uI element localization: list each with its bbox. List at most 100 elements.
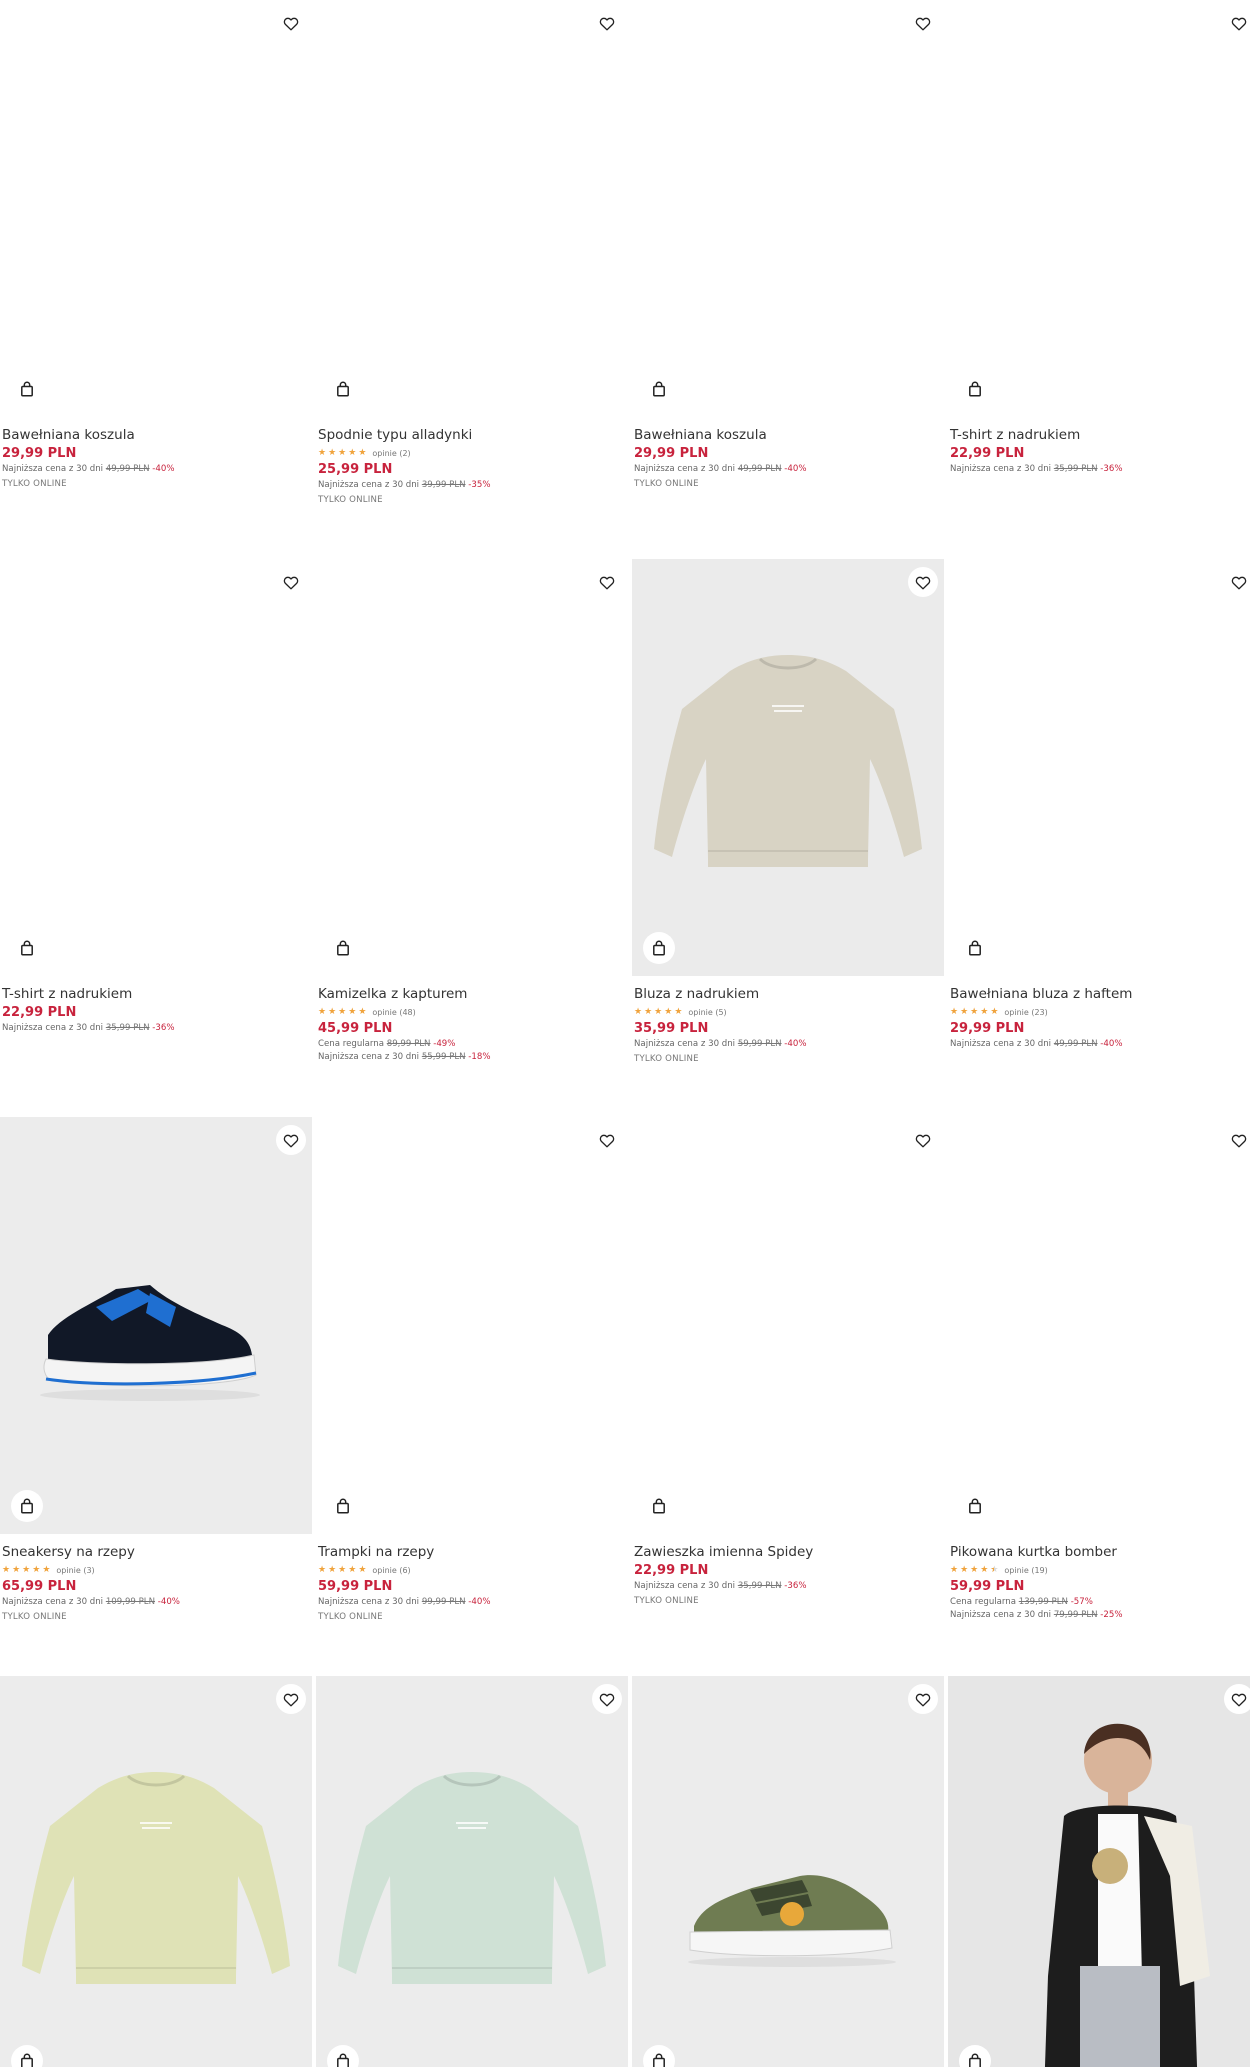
heart-outline-icon[interactable] xyxy=(592,8,622,38)
heart-outline-icon[interactable] xyxy=(1224,8,1250,38)
product-card[interactable]: T-shirt z nadrukiem 22,99 PLN Najniższa ce… xyxy=(0,559,312,1099)
shopping-bag-icon[interactable] xyxy=(327,932,359,964)
review-count[interactable]: opinie (3) xyxy=(56,1566,94,1575)
heart-outline-icon[interactable] xyxy=(908,1684,938,1714)
shopping-bag-icon[interactable] xyxy=(959,932,991,964)
heart-outline-icon[interactable] xyxy=(908,8,938,38)
product-name[interactable]: Bawełniana bluza z haftem xyxy=(950,985,1250,1003)
heart-outline-icon[interactable] xyxy=(592,1125,622,1155)
product-image[interactable] xyxy=(632,1117,944,1534)
product-name[interactable]: T-shirt z nadrukiem xyxy=(950,426,1250,444)
product-rating[interactable]: ★ ★ ★ ★ ★ opinie (48) xyxy=(318,1005,624,1019)
product-card[interactable]: Bawełniana koszula 29,99 PLN Najniższa cen… xyxy=(632,0,944,540)
star-icon: ★ xyxy=(338,1007,347,1017)
product-image[interactable] xyxy=(316,0,628,417)
shopping-bag-icon[interactable] xyxy=(11,1490,43,1522)
review-count[interactable]: opinie (2) xyxy=(372,449,410,458)
product-card[interactable] xyxy=(316,1676,628,2067)
product-image[interactable] xyxy=(316,559,628,976)
heart-outline-icon[interactable] xyxy=(276,1684,306,1714)
product-name[interactable]: Trampki na rzepy xyxy=(318,1543,624,1561)
price-history-label: Cena regularna xyxy=(950,1597,1019,1607)
product-card[interactable]: Kamizelka z kapturem ★ ★ ★ ★ ★ opinie (48) 45,9… xyxy=(316,559,628,1099)
heart-outline-icon[interactable] xyxy=(1224,567,1250,597)
heart-outline-icon[interactable] xyxy=(276,8,306,38)
product-card[interactable]: Pikowana kurtka bomber★★★★★opinie (19)59… xyxy=(948,1117,1250,1657)
product-card[interactable]: Bawełniana bluza z haftem ★ ★ ★ ★ ★ opinie (23… xyxy=(948,559,1250,1099)
product-price: 65,99 PLN xyxy=(2,1579,77,1594)
heart-outline-icon[interactable] xyxy=(908,567,938,597)
product-image[interactable] xyxy=(0,1117,312,1534)
product-name[interactable]: Bluza z nadrukiem xyxy=(634,985,940,1003)
product-rating[interactable]: ★ ★ ★ ★ ★ opinie (5) xyxy=(634,1005,940,1019)
product-rating[interactable]: ★ ★ ★ ★ ★ opinie (6) xyxy=(318,1563,624,1577)
star-icon: ★ xyxy=(990,1007,999,1017)
product-image[interactable] xyxy=(316,1676,628,2067)
product-name[interactable]: Bawełniana koszula xyxy=(634,426,940,444)
heart-outline-icon[interactable] xyxy=(276,1125,306,1155)
product-name[interactable]: T-shirt z nadrukiem xyxy=(2,985,308,1003)
star-icon: ★ xyxy=(654,1007,663,1017)
product-card[interactable] xyxy=(948,1676,1250,2067)
product-image[interactable] xyxy=(948,1117,1250,1534)
product-rating[interactable]: ★ ★ ★ ★ ★ opinie (3) xyxy=(2,1563,308,1577)
star-icon: ★ xyxy=(960,1007,969,1017)
shopping-bag-icon[interactable] xyxy=(959,1490,991,1522)
shopping-bag-icon[interactable] xyxy=(327,373,359,405)
product-name[interactable]: Zawieszka imienna Spidey xyxy=(634,1543,940,1561)
product-card[interactable]: Bawełniana koszula 29,99 PLN Najniższa cen… xyxy=(0,0,312,540)
heart-outline-icon[interactable] xyxy=(1224,1125,1250,1155)
old-price: 59,99 PLN xyxy=(737,1039,782,1049)
heart-outline-icon[interactable] xyxy=(1224,1684,1250,1714)
product-image[interactable] xyxy=(948,1676,1250,2067)
product-image[interactable] xyxy=(632,1676,944,2067)
product-image[interactable] xyxy=(0,559,312,976)
product-rating[interactable]: ★ ★ ★ ★ ★ opinie (23) xyxy=(950,1005,1250,1019)
product-price: 22,99 PLN xyxy=(950,446,1025,461)
product-image[interactable] xyxy=(632,0,944,417)
heart-outline-icon[interactable] xyxy=(276,567,306,597)
heart-outline-icon[interactable] xyxy=(592,567,622,597)
product-name[interactable]: Bawełniana koszula xyxy=(2,426,308,444)
sneaker-photo xyxy=(40,1285,260,1401)
product-name[interactable]: Kamizelka z kapturem xyxy=(318,985,624,1003)
review-count[interactable]: opinie (19) xyxy=(1004,1566,1047,1575)
shopping-bag-icon[interactable] xyxy=(11,932,43,964)
old-price: 35,99 PLN xyxy=(737,1581,782,1591)
product-image[interactable] xyxy=(0,1676,312,2067)
product-rating[interactable]: ★★★★★opinie (19) xyxy=(950,1563,1250,1577)
rating-stars: ★ ★ ★ ★ ★ xyxy=(318,1007,366,1017)
product-rating[interactable]: ★ ★ ★ ★ ★ opinie (2) xyxy=(318,446,624,460)
product-card[interactable] xyxy=(0,1676,312,2067)
product-image[interactable] xyxy=(948,559,1250,976)
product-card[interactable]: Sneakersy na rzepy ★ ★ ★ ★ ★ opinie (3) 65,99 P… xyxy=(0,1117,312,1657)
price-history-line: Najniższa cena z 30 dni 59,99 PLN -40% xyxy=(634,1038,940,1051)
heart-outline-icon[interactable] xyxy=(592,1684,622,1714)
product-image[interactable] xyxy=(0,0,312,417)
product-card[interactable]: Spodnie typu alladynki ★ ★ ★ ★ ★ opinie (2) 25,… xyxy=(316,0,628,540)
product-card[interactable] xyxy=(632,1676,944,2067)
review-count[interactable]: opinie (23) xyxy=(1004,1008,1047,1017)
product-image[interactable] xyxy=(632,559,944,976)
product-image[interactable] xyxy=(948,0,1250,417)
heart-outline-icon[interactable] xyxy=(908,1125,938,1155)
shopping-bag-icon[interactable] xyxy=(959,373,991,405)
shopping-bag-icon[interactable] xyxy=(11,373,43,405)
review-count[interactable]: opinie (6) xyxy=(372,1566,410,1575)
product-card[interactable]: T-shirt z nadrukiem 22,99 PLN Najniższa ce… xyxy=(948,0,1250,540)
review-count[interactable]: opinie (5) xyxy=(688,1008,726,1017)
shopping-bag-icon[interactable] xyxy=(643,373,675,405)
shopping-bag-icon[interactable] xyxy=(643,932,675,964)
product-price: 29,99 PLN xyxy=(2,446,77,461)
product-name[interactable]: Sneakersy na rzepy xyxy=(2,1543,308,1561)
sweatshirt-photo xyxy=(654,655,922,867)
product-image[interactable] xyxy=(316,1117,628,1534)
review-count[interactable]: opinie (48) xyxy=(372,1008,415,1017)
shopping-bag-icon[interactable] xyxy=(643,1490,675,1522)
shopping-bag-icon[interactable] xyxy=(327,1490,359,1522)
product-name[interactable]: Pikowana kurtka bomber xyxy=(950,1543,1250,1561)
product-card[interactable]: Zawieszka imienna Spidey 22,99 PLN Najniżs… xyxy=(632,1117,944,1657)
product-card[interactable]: Bluza z nadrukiem ★ ★ ★ ★ ★ opinie (5) 35,99 PL… xyxy=(632,559,944,1099)
product-name[interactable]: Spodnie typu alladynki xyxy=(318,426,624,444)
product-card[interactable]: Trampki na rzepy ★ ★ ★ ★ ★ opinie (6) 59,99 PLN… xyxy=(316,1117,628,1657)
